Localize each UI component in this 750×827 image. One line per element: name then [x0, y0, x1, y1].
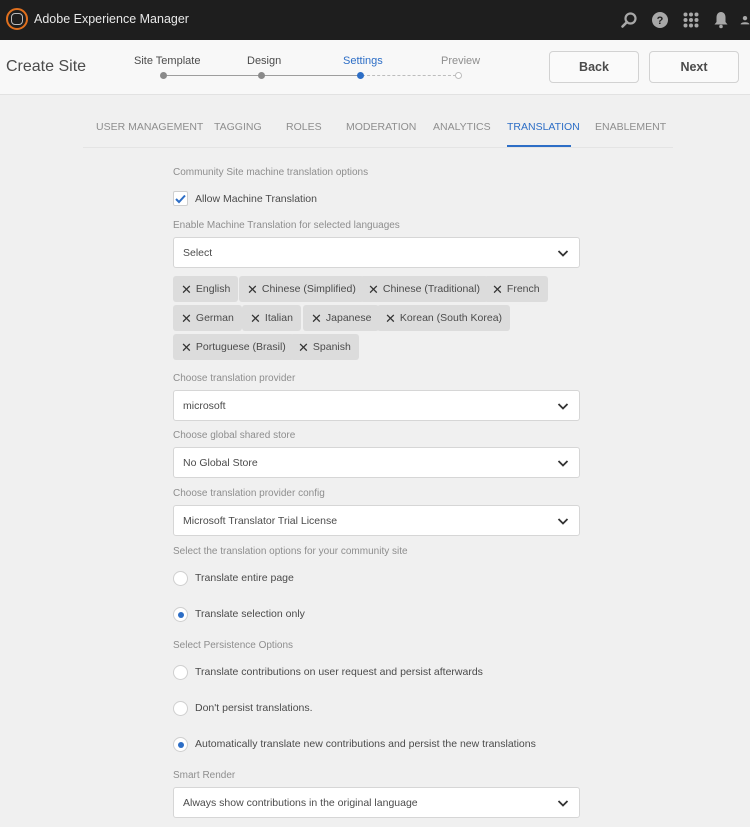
- language-tag-label: Chinese (Simplified): [261, 283, 356, 295]
- chevron-down-icon: [557, 460, 569, 467]
- radio-auto-translate-persist[interactable]: [173, 737, 188, 752]
- step-design[interactable]: Design: [247, 55, 281, 67]
- smart-render-select-value: Always show contributions in the origina…: [183, 797, 418, 809]
- checkmark-icon: [175, 194, 186, 203]
- tab-tagging[interactable]: TAGGING: [214, 121, 262, 133]
- settings-tabs: USER MANAGEMENT TAGGING ROLES MODERATION…: [83, 108, 673, 148]
- language-tag-label: Japanese: [325, 312, 372, 324]
- chevron-down-icon: [557, 518, 569, 525]
- remove-icon[interactable]: ✕: [181, 312, 192, 325]
- smart-render-label: Smart Render: [173, 770, 236, 781]
- chevron-down-icon: [557, 250, 569, 257]
- language-tag[interactable]: ✕ Spanish: [290, 334, 359, 360]
- languages-select-value: Select: [183, 247, 213, 259]
- language-tag[interactable]: ✕ Italian: [242, 305, 301, 331]
- step-dot-done: [160, 72, 167, 79]
- remove-icon[interactable]: ✕: [298, 341, 309, 354]
- language-tag-label: Spanish: [312, 341, 351, 353]
- step-connector: [362, 75, 456, 76]
- radio-label[interactable]: Translate entire page: [195, 572, 294, 584]
- languages-select[interactable]: Select: [173, 237, 580, 268]
- step-connector: [264, 75, 358, 76]
- language-tag[interactable]: ✕ French: [484, 276, 548, 302]
- step-settings[interactable]: Settings: [343, 55, 383, 67]
- remove-icon[interactable]: ✕: [492, 283, 503, 296]
- help-icon[interactable]: ?: [649, 9, 671, 31]
- remove-icon[interactable]: ✕: [181, 283, 192, 296]
- smart-render-select[interactable]: Always show contributions in the origina…: [173, 787, 580, 818]
- radio-label[interactable]: Automatically translate new contribution…: [195, 738, 536, 750]
- tab-moderation[interactable]: MODERATION: [346, 121, 416, 133]
- apps-grid-icon[interactable]: [680, 9, 702, 31]
- radio-persist-on-request[interactable]: [173, 665, 188, 680]
- tab-enablement[interactable]: ENABLEMENT: [595, 121, 666, 133]
- language-tag-label: German: [195, 312, 234, 324]
- top-bar: Adobe Experience Manager ?: [0, 0, 750, 40]
- config-select-value: Microsoft Translator Trial License: [183, 515, 338, 527]
- radio-translate-selection-only[interactable]: [173, 607, 188, 622]
- app-title[interactable]: Adobe Experience Manager: [34, 12, 189, 26]
- tab-roles[interactable]: ROLES: [286, 121, 322, 133]
- allow-mt-label[interactable]: Allow Machine Translation: [195, 193, 317, 205]
- step-dot-done: [258, 72, 265, 79]
- active-tab-indicator: [507, 145, 571, 147]
- aem-logo-icon[interactable]: [6, 8, 28, 30]
- remove-icon[interactable]: ✕: [247, 283, 258, 296]
- language-tag-label: Portuguese (Brasil): [195, 341, 286, 353]
- language-tag-label: Korean (South Korea): [399, 312, 503, 324]
- store-label: Choose global shared store: [173, 430, 296, 441]
- remove-icon[interactable]: ✕: [250, 312, 261, 325]
- remove-icon[interactable]: ✕: [311, 312, 322, 325]
- notification-bell-icon[interactable]: [710, 9, 732, 31]
- remove-icon[interactable]: ✕: [368, 283, 379, 296]
- radio-label[interactable]: Translate contributions on user request …: [195, 666, 483, 678]
- language-tag[interactable]: ✕ Korean (South Korea): [377, 305, 511, 331]
- provider-label: Choose translation provider: [173, 373, 296, 384]
- radio-label[interactable]: Don't persist translations.: [195, 702, 313, 714]
- languages-label: Enable Machine Translation for selected …: [173, 220, 400, 231]
- chevron-down-icon: [557, 403, 569, 410]
- step-connector: [166, 75, 260, 76]
- store-select-value: No Global Store: [183, 457, 258, 469]
- chevron-down-icon: [557, 800, 569, 807]
- language-tag-label: Italian: [264, 312, 293, 324]
- persistence-label: Select Persistence Options: [173, 640, 294, 651]
- language-tag-label: English: [195, 283, 231, 295]
- remove-icon[interactable]: ✕: [181, 341, 192, 354]
- tab-analytics[interactable]: ANALYTICS: [433, 121, 491, 133]
- language-tag[interactable]: ✕ English: [173, 276, 239, 302]
- language-tag[interactable]: ✕ Chinese (Simplified): [239, 276, 364, 302]
- tab-translation[interactable]: TRANSLATION: [507, 121, 580, 133]
- language-tag-label: French: [506, 283, 540, 295]
- search-icon[interactable]: [618, 9, 640, 31]
- radio-label[interactable]: Translate selection only: [195, 608, 305, 620]
- page-title: Create Site: [6, 58, 87, 75]
- back-button[interactable]: Back: [549, 51, 639, 83]
- next-button[interactable]: Next: [649, 51, 739, 83]
- radio-translate-entire-page[interactable]: [173, 571, 188, 586]
- provider-select-value: microsoft: [183, 400, 226, 412]
- section-label: Community Site machine translation optio…: [173, 167, 369, 178]
- options-label: Select the translation options for your …: [173, 546, 408, 557]
- config-select[interactable]: Microsoft Translator Trial License: [173, 505, 580, 536]
- step-preview: Preview: [441, 55, 481, 67]
- allow-mt-checkbox[interactable]: [173, 191, 188, 206]
- language-tag[interactable]: ✕ Chinese (Traditional): [360, 276, 488, 302]
- store-select[interactable]: No Global Store: [173, 447, 580, 478]
- config-label: Choose translation provider config: [173, 488, 325, 499]
- svg-text:?: ?: [657, 15, 664, 27]
- remove-icon[interactable]: ✕: [385, 312, 396, 325]
- language-tag[interactable]: ✕ German: [173, 305, 242, 331]
- step-dot-future: [455, 72, 462, 79]
- step-dot-active: [357, 72, 364, 79]
- language-tag[interactable]: ✕ Japanese: [303, 305, 380, 331]
- wizard-header: Create Site Site Template Design Setting…: [0, 40, 750, 95]
- step-site-template[interactable]: Site Template: [134, 55, 200, 67]
- tab-user-management[interactable]: USER MANAGEMENT: [96, 121, 203, 133]
- user-icon[interactable]: [740, 9, 750, 31]
- radio-dont-persist[interactable]: [173, 701, 188, 716]
- language-tag-label: Chinese (Traditional): [382, 283, 480, 295]
- language-tag[interactable]: ✕ Portuguese (Brasil): [173, 334, 294, 360]
- provider-select[interactable]: microsoft: [173, 390, 580, 421]
